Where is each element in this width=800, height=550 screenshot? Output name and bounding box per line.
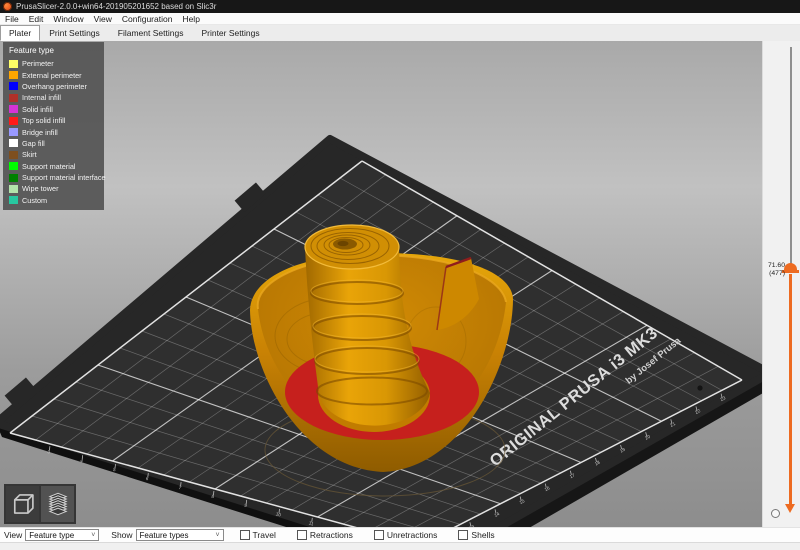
color-swatch — [9, 94, 18, 102]
show-label: Show — [111, 530, 132, 540]
legend-item: Top solid infill — [3, 115, 104, 126]
retractions-checkbox[interactable]: Retractions — [297, 530, 353, 540]
slider-bottom-arrow-icon[interactable] — [785, 504, 795, 513]
preview-3d-viewport[interactable]: 13141516171819202122231211109876543 ORIG… — [0, 41, 762, 527]
legend-item: Perimeter — [3, 58, 104, 69]
menu-configuration[interactable]: Configuration — [117, 14, 178, 24]
feature-type-legend: Feature type Perimeter External perimete… — [3, 42, 104, 210]
menu-help[interactable]: Help — [177, 14, 204, 24]
menu-bar: File Edit Window View Configuration Help — [0, 13, 800, 25]
color-swatch — [9, 174, 18, 182]
tab-print-settings[interactable]: Print Settings — [40, 25, 109, 41]
legend-item: Support material interface — [3, 172, 104, 183]
title-bar: PrusaSlicer-2.0.0+win64-201905201652 bas… — [0, 0, 800, 13]
tab-printer-settings[interactable]: Printer Settings — [192, 25, 268, 41]
checkbox-box[interactable] — [297, 530, 307, 540]
color-swatch — [9, 60, 18, 68]
travel-checkbox[interactable]: Travel — [240, 530, 276, 540]
chevron-down-icon: ˅ — [215, 532, 219, 539]
layer-slider-handle[interactable] — [784, 263, 797, 270]
layer-number-value: (477) — [768, 270, 785, 278]
color-swatch — [9, 185, 18, 193]
status-bar — [0, 542, 800, 550]
legend-item: Wipe tower — [3, 183, 104, 194]
legend-item: Custom — [3, 195, 104, 206]
color-swatch — [9, 71, 18, 79]
chevron-down-icon: ˅ — [91, 532, 95, 539]
color-swatch — [9, 105, 18, 113]
color-swatch — [9, 117, 18, 125]
prusaslicer-logo-icon — [3, 2, 12, 11]
tower-top-hole-inner — [338, 241, 349, 246]
legend-item: Bridge infill — [3, 126, 104, 137]
view-label: View — [4, 530, 22, 540]
legend-item: Gap fill — [3, 138, 104, 149]
legend-item: Overhang perimeter — [3, 81, 104, 92]
view-mode-select[interactable]: Feature type ˅ — [25, 529, 99, 541]
checkbox-box[interactable] — [240, 530, 250, 540]
layer-height-label: 71.60 (477) — [768, 262, 785, 277]
checkbox-box[interactable] — [458, 530, 468, 540]
show-features-select[interactable]: Feature types ˅ — [136, 529, 224, 541]
color-swatch — [9, 128, 18, 136]
slider-track-upper[interactable] — [790, 47, 792, 266]
preview-toolbar: View Feature type ˅ Show Feature types ˅… — [0, 527, 800, 542]
preview-option-checkboxes: Travel Retractions Unretractions Shells — [240, 530, 495, 540]
menu-file[interactable]: File — [0, 14, 24, 24]
slider-track-lower[interactable] — [789, 274, 792, 504]
editor-3d-view-button[interactable] — [6, 486, 39, 522]
tab-plater[interactable]: Plater — [0, 25, 40, 41]
legend-item: Support material — [3, 161, 104, 172]
slider-lock-icon[interactable] — [771, 509, 780, 518]
layers-icon — [44, 490, 72, 518]
color-swatch — [9, 196, 18, 204]
view-mode-toggle — [4, 484, 76, 524]
shells-checkbox[interactable]: Shells — [458, 530, 494, 540]
legend-item: External perimeter — [3, 69, 104, 80]
menu-view[interactable]: View — [89, 14, 117, 24]
menu-window[interactable]: Window — [48, 14, 88, 24]
color-swatch — [9, 82, 18, 90]
legend-title: Feature type — [3, 45, 104, 58]
cube-icon — [9, 490, 37, 518]
window-title: PrusaSlicer-2.0.0+win64-201905201652 bas… — [16, 0, 216, 13]
color-swatch — [9, 151, 18, 159]
color-swatch — [9, 162, 18, 170]
settings-tab-bar: Plater Print Settings Filament Settings … — [0, 25, 800, 41]
color-swatch — [9, 139, 18, 147]
tab-filament-settings[interactable]: Filament Settings — [109, 25, 193, 41]
scene-canvas[interactable]: 13141516171819202122231211109876543 ORIG… — [0, 41, 762, 527]
preview-view-button[interactable] — [41, 486, 74, 522]
menu-edit[interactable]: Edit — [24, 14, 49, 24]
legend-item: Skirt — [3, 149, 104, 160]
legend-item: Solid infill — [3, 104, 104, 115]
legend-item: Internal infill — [3, 92, 104, 103]
unretractions-checkbox[interactable]: Unretractions — [374, 530, 438, 540]
checkbox-box[interactable] — [374, 530, 384, 540]
layer-height-value: 71.60 — [768, 262, 785, 270]
layer-slider-panel: 71.60 (477) — [762, 41, 800, 527]
